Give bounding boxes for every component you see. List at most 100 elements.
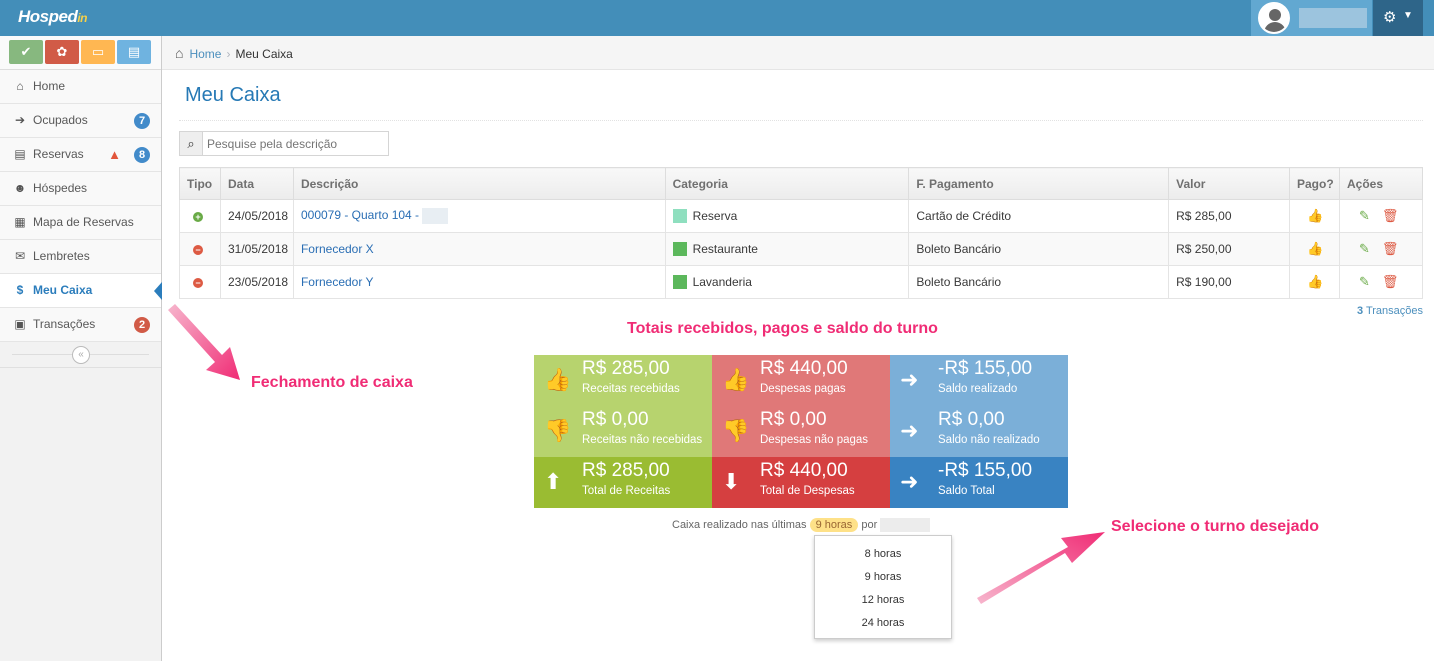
column-header: Data bbox=[219, 167, 294, 200]
home-icon: ⌂ bbox=[175, 45, 184, 61]
sidebar-item-transações[interactable]: ▣ Transações 2 bbox=[0, 308, 161, 342]
hours-option[interactable]: 9 horas bbox=[815, 566, 951, 589]
payment-cell: Boleto Bancário bbox=[908, 265, 1170, 299]
sidebar-item-lembretes[interactable]: ✉ Lembretes bbox=[0, 240, 161, 274]
total-tile: ⬆ R$ 285,00 Total de Receitas bbox=[534, 457, 712, 508]
sidebar-collapse: « bbox=[0, 342, 161, 368]
hours-option[interactable]: 24 horas bbox=[815, 612, 951, 635]
tile-label: Total de Receitas bbox=[582, 485, 671, 497]
sidebar-item-meu-caixa[interactable]: $ Meu Caixa bbox=[0, 274, 162, 308]
page-title: Meu Caixa bbox=[185, 84, 281, 106]
annotation-arrow-left bbox=[168, 304, 240, 380]
breadcrumb-home[interactable]: Home bbox=[189, 47, 221, 61]
tile-value: R$ 285,00 bbox=[582, 358, 670, 379]
category-label: Restaurante bbox=[692, 241, 758, 256]
tile-label: Saldo não realizado bbox=[938, 434, 1040, 446]
inbox-icon[interactable]: ▭ bbox=[81, 40, 115, 64]
date-cell: 31/05/2018 bbox=[219, 232, 294, 266]
collapse-icon[interactable]: « bbox=[72, 346, 90, 364]
trash-icon[interactable]: 🗑 bbox=[1382, 274, 1399, 289]
sidebar-item-hóspedes[interactable]: ☻ Hóspedes bbox=[0, 172, 161, 206]
hours-selector[interactable]: 9 horas bbox=[809, 518, 859, 532]
top-navbar: Hospedin ⚙ ▼ bbox=[0, 0, 1434, 36]
pencil-icon[interactable]: ✎ bbox=[1359, 274, 1370, 289]
arrow-down-icon: ⬇ bbox=[722, 469, 741, 494]
tile-value: -R$ 155,00 bbox=[938, 358, 1033, 379]
column-header: Categoria bbox=[664, 167, 910, 200]
breadcrumb-current: Meu Caixa bbox=[235, 47, 293, 61]
table-row: − 31/05/2018 Fornecedor X Restaurante Boleto… bbox=[179, 232, 1424, 266]
total-tile: ➜ -R$ 155,00 Saldo realizado bbox=[890, 355, 1068, 406]
date-cell: 23/05/2018 bbox=[219, 265, 294, 299]
arrow-right-icon: ➜ bbox=[900, 367, 919, 392]
hours-option[interactable]: 12 horas bbox=[815, 589, 951, 612]
calendar-icon: ▦ bbox=[14, 215, 26, 229]
total-tile: 👍 R$ 285,00 Receitas recebidas bbox=[534, 355, 712, 406]
sidebar-item-mapa-de-reservas[interactable]: ▦ Mapa de Reservas bbox=[0, 206, 161, 240]
total-tile: ➜ R$ 0,00 Saldo não realizado bbox=[890, 406, 1068, 457]
tile-value: R$ 285,00 bbox=[582, 460, 670, 481]
column-header: Pago? bbox=[1289, 167, 1340, 200]
caret-down-icon: ▼ bbox=[1403, 10, 1413, 21]
sidebar-item-label: Reservas bbox=[33, 147, 84, 161]
tile-value: R$ 0,00 bbox=[760, 409, 827, 430]
thumbs-up-icon[interactable]: 👍 bbox=[1307, 274, 1323, 289]
total-tile: ⬇ R$ 440,00 Total de Despesas bbox=[712, 457, 890, 508]
thumbs-up-icon[interactable]: 👍 bbox=[1307, 208, 1323, 223]
tile-label: Despesas pagas bbox=[760, 383, 846, 395]
description-link[interactable]: Fornecedor X bbox=[301, 242, 374, 256]
trash-icon[interactable]: 🗑 bbox=[1382, 208, 1399, 223]
pencil-icon[interactable]: ✎ bbox=[1359, 208, 1370, 223]
check-icon[interactable]: ✔ bbox=[9, 40, 43, 64]
total-tile: 👎 R$ 0,00 Despesas não pagas bbox=[712, 406, 890, 457]
money-icon: ▣ bbox=[14, 317, 26, 331]
payment-cell: Boleto Bancário bbox=[908, 232, 1170, 266]
search-box: ⌕ bbox=[179, 131, 389, 156]
annotation-totais: Totais recebidos, pagos e saldo do turno bbox=[627, 320, 938, 337]
category-label: Lavanderia bbox=[692, 274, 752, 289]
annotation-fechamento: Fechamento de caixa bbox=[251, 374, 413, 391]
pencil-icon[interactable]: ✎ bbox=[1359, 241, 1370, 256]
title-divider bbox=[179, 120, 1423, 121]
user-menu[interactable] bbox=[1251, 0, 1372, 36]
avatar bbox=[1258, 2, 1290, 34]
tile-label: Saldo Total bbox=[938, 485, 995, 497]
value-cell: R$ 250,00 bbox=[1168, 232, 1290, 266]
sidebar-item-label: Meu Caixa bbox=[33, 283, 93, 297]
cashier-name bbox=[880, 518, 931, 533]
shift-summary: Caixa realizado nas últimas 9 horas por bbox=[672, 518, 931, 533]
trash-icon[interactable]: 🗑 bbox=[1382, 241, 1399, 256]
thumbs-up-icon: 👍 bbox=[722, 367, 750, 392]
annotation-arrow-right bbox=[977, 532, 1105, 604]
tile-value: -R$ 155,00 bbox=[938, 460, 1033, 481]
sidebar-item-reservas[interactable]: ▤ Reservas 8 ▲ bbox=[0, 138, 161, 172]
lifebuoy-icon[interactable]: ✿ bbox=[45, 40, 79, 64]
totals-panel: 👍 R$ 285,00 Receitas recebidas 👍 R$ 440,00 De… bbox=[534, 355, 1068, 508]
book-icon[interactable]: ▤ bbox=[117, 40, 151, 64]
arrow-right-icon: ➜ bbox=[900, 469, 919, 494]
annotation-selecione: Selecione o turno desejado bbox=[1111, 518, 1320, 535]
description-link[interactable]: 000079 - Quarto 104 - bbox=[301, 208, 419, 222]
category-color bbox=[672, 242, 687, 257]
search-input[interactable] bbox=[207, 135, 383, 152]
book-icon: ▤ bbox=[14, 147, 26, 161]
sidebar: ✔ ✿ ▭ ▤ ⌂ Home ➔ Ocupados 7 ▤ Reservas 8 ▲ ☻ Hóspedes… bbox=[0, 36, 162, 661]
category-label: Reserva bbox=[692, 208, 738, 223]
sidebar-item-home[interactable]: ⌂ Home bbox=[0, 70, 161, 104]
description-link[interactable]: Fornecedor Y bbox=[301, 275, 374, 289]
search-icon[interactable]: ⌕ bbox=[180, 132, 203, 155]
settings-menu[interactable]: ⚙ ▼ bbox=[1373, 0, 1423, 36]
tile-value: R$ 0,00 bbox=[582, 409, 649, 430]
tile-label: Total de Despesas bbox=[760, 485, 855, 497]
arrow-up-icon: ⬆ bbox=[544, 469, 563, 494]
sidebar-item-ocupados[interactable]: ➔ Ocupados 7 bbox=[0, 104, 161, 138]
count-badge: 8 bbox=[134, 147, 150, 163]
hours-option[interactable]: 8 horas bbox=[815, 543, 951, 566]
breadcrumb: ⌂ Home › Meu Caixa bbox=[162, 36, 1434, 70]
column-header: Valor bbox=[1168, 167, 1290, 200]
expense-icon: − bbox=[193, 278, 203, 288]
thumbs-up-icon[interactable]: 👍 bbox=[1307, 241, 1323, 256]
transaction-count[interactable]: 3 Transações bbox=[1357, 305, 1423, 317]
value-cell: R$ 285,00 bbox=[1168, 199, 1290, 233]
app-logo[interactable]: Hospedin bbox=[18, 7, 87, 27]
